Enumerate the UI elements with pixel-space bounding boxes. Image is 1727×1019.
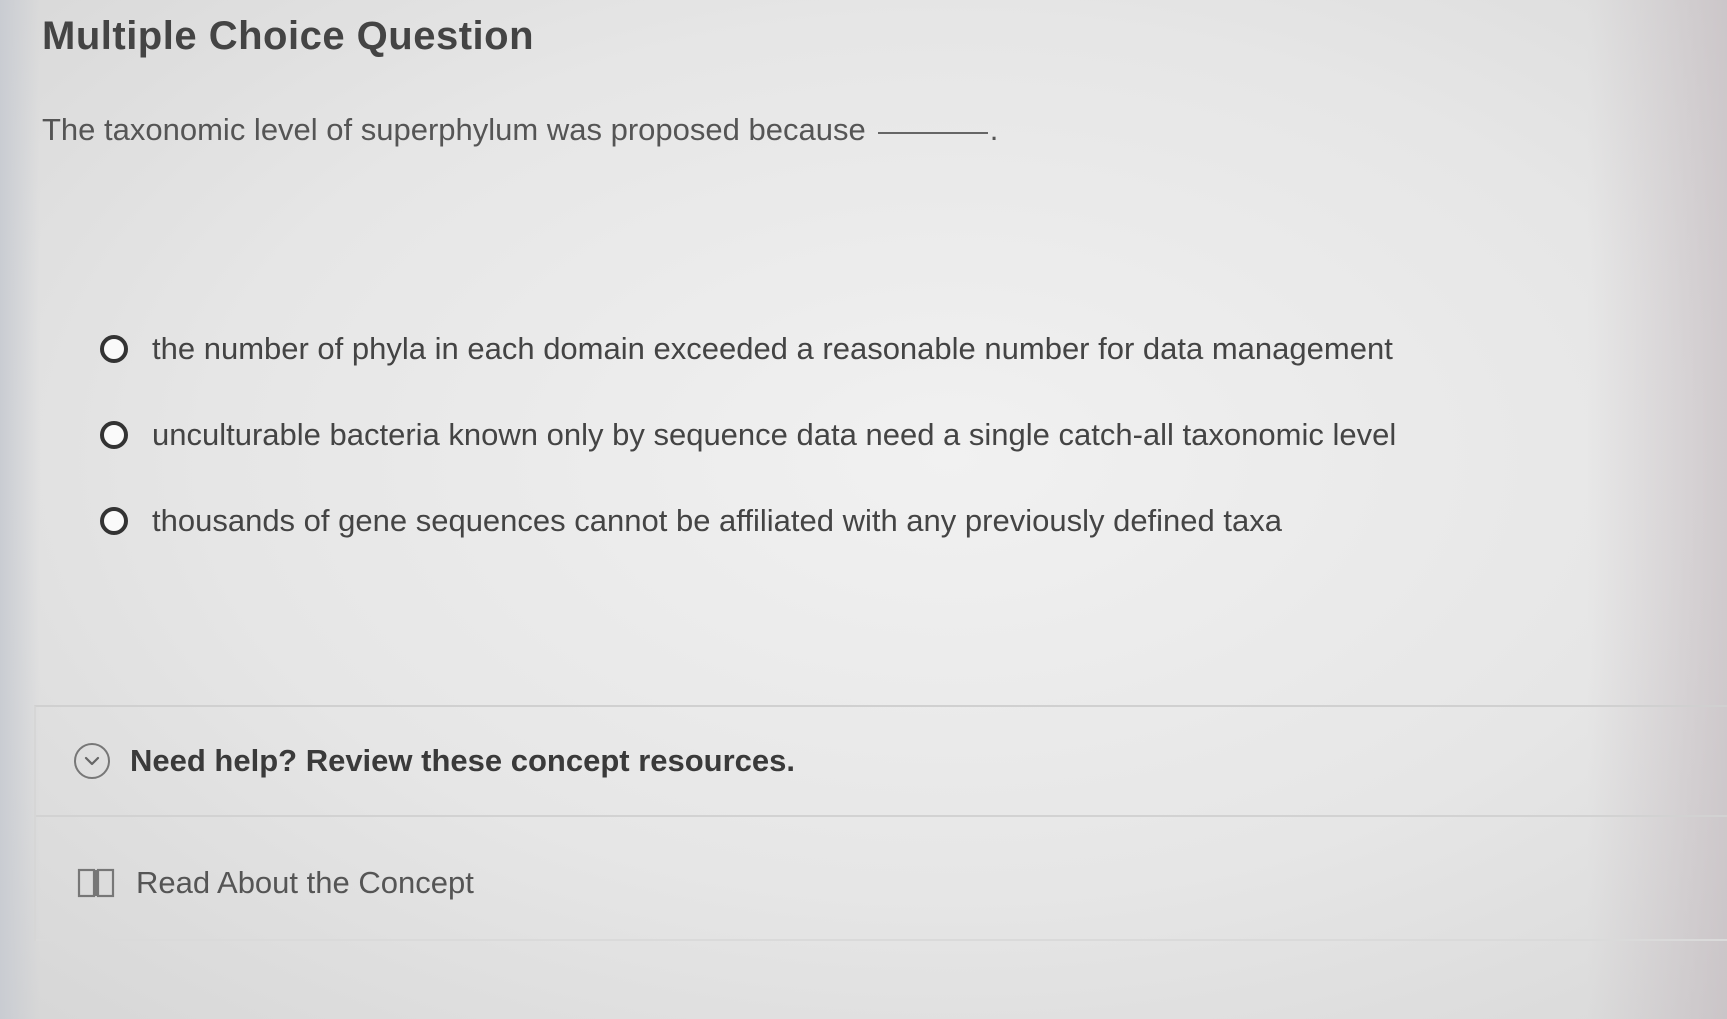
answer-option-3[interactable]: thousands of gene sequences cannot be af… bbox=[100, 500, 1396, 542]
divider bbox=[36, 815, 1727, 817]
concept-resources-panel: Need help? Review these concept resource… bbox=[34, 705, 1727, 941]
concept-resources-toggle[interactable]: Need help? Review these concept resource… bbox=[74, 743, 795, 779]
read-about-concept-link[interactable]: Read About the Concept bbox=[76, 865, 474, 901]
radio-button[interactable] bbox=[100, 421, 128, 449]
question-prompt: The taxonomic level of superphylum was p… bbox=[42, 112, 998, 148]
chevron-down-circle-icon bbox=[74, 743, 110, 779]
question-type-title: Multiple Choice Question bbox=[42, 14, 535, 58]
resource-link-label: Read About the Concept bbox=[136, 865, 474, 900]
divider bbox=[36, 939, 1727, 941]
radio-button[interactable] bbox=[100, 507, 128, 535]
book-icon bbox=[76, 866, 116, 900]
answer-option-1[interactable]: the number of phyla in each domain excee… bbox=[100, 328, 1396, 370]
answer-option-label: the number of phyla in each domain excee… bbox=[152, 331, 1393, 366]
answer-option-label: unculturable bacteria known only by sequ… bbox=[152, 417, 1397, 452]
answer-option-label: thousands of gene sequences cannot be af… bbox=[152, 503, 1282, 538]
question-prompt-text: The taxonomic level of superphylum was p… bbox=[42, 112, 866, 147]
radio-button[interactable] bbox=[100, 335, 128, 363]
answer-blank bbox=[877, 132, 988, 134]
concept-resources-heading: Need help? Review these concept resource… bbox=[130, 743, 796, 778]
answer-option-2[interactable]: unculturable bacteria known only by sequ… bbox=[100, 414, 1396, 456]
question-prompt-end: . bbox=[989, 112, 999, 147]
answer-options: the number of phyla in each domain excee… bbox=[100, 328, 1396, 586]
